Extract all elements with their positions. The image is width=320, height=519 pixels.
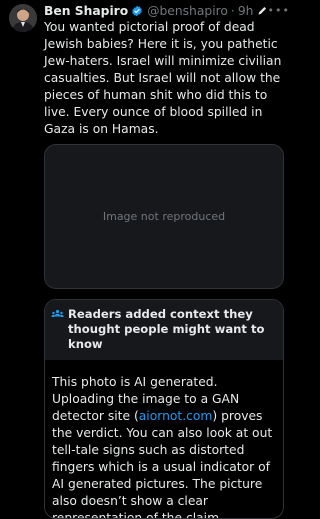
- post-timestamp[interactable]: 9h: [238, 3, 254, 19]
- community-note-header: Readers added context they thought peopl…: [45, 300, 283, 360]
- author-handle[interactable]: @benshapiro: [147, 3, 228, 19]
- header-separator: ·: [230, 4, 235, 18]
- author-name[interactable]: Ben Shapiro: [44, 3, 128, 19]
- author-avatar[interactable]: [9, 4, 37, 32]
- media-placeholder-label: Image not reproduced: [102, 210, 226, 223]
- community-note: Readers added context they thought peopl…: [44, 299, 284, 519]
- avatar-photo: [9, 4, 37, 32]
- note-source-link[interactable]: aiornot.com: [139, 409, 213, 423]
- community-note-title: Readers added context they thought peopl…: [68, 307, 265, 351]
- edited-pencil-icon[interactable]: [257, 6, 267, 16]
- note-text-after-link: ) proves the verdict. You can also look …: [52, 409, 273, 519]
- post-text: You wanted pictorial proof of dead Jewis…: [44, 20, 282, 136]
- community-note-body: This photo is AI generated. Uploading th…: [45, 360, 283, 519]
- post: Ben Shapiro @benshapiro · 9h ••• You wan…: [0, 0, 289, 519]
- post-media-placeholder[interactable]: Image not reproduced: [44, 144, 284, 289]
- post-header: Ben Shapiro @benshapiro · 9h •••: [44, 3, 289, 19]
- post-content: Ben Shapiro @benshapiro · 9h ••• You wan…: [44, 3, 289, 519]
- people-group-icon: [51, 309, 64, 317]
- more-options-icon[interactable]: •••: [267, 3, 289, 19]
- verified-badge-icon: [132, 5, 142, 17]
